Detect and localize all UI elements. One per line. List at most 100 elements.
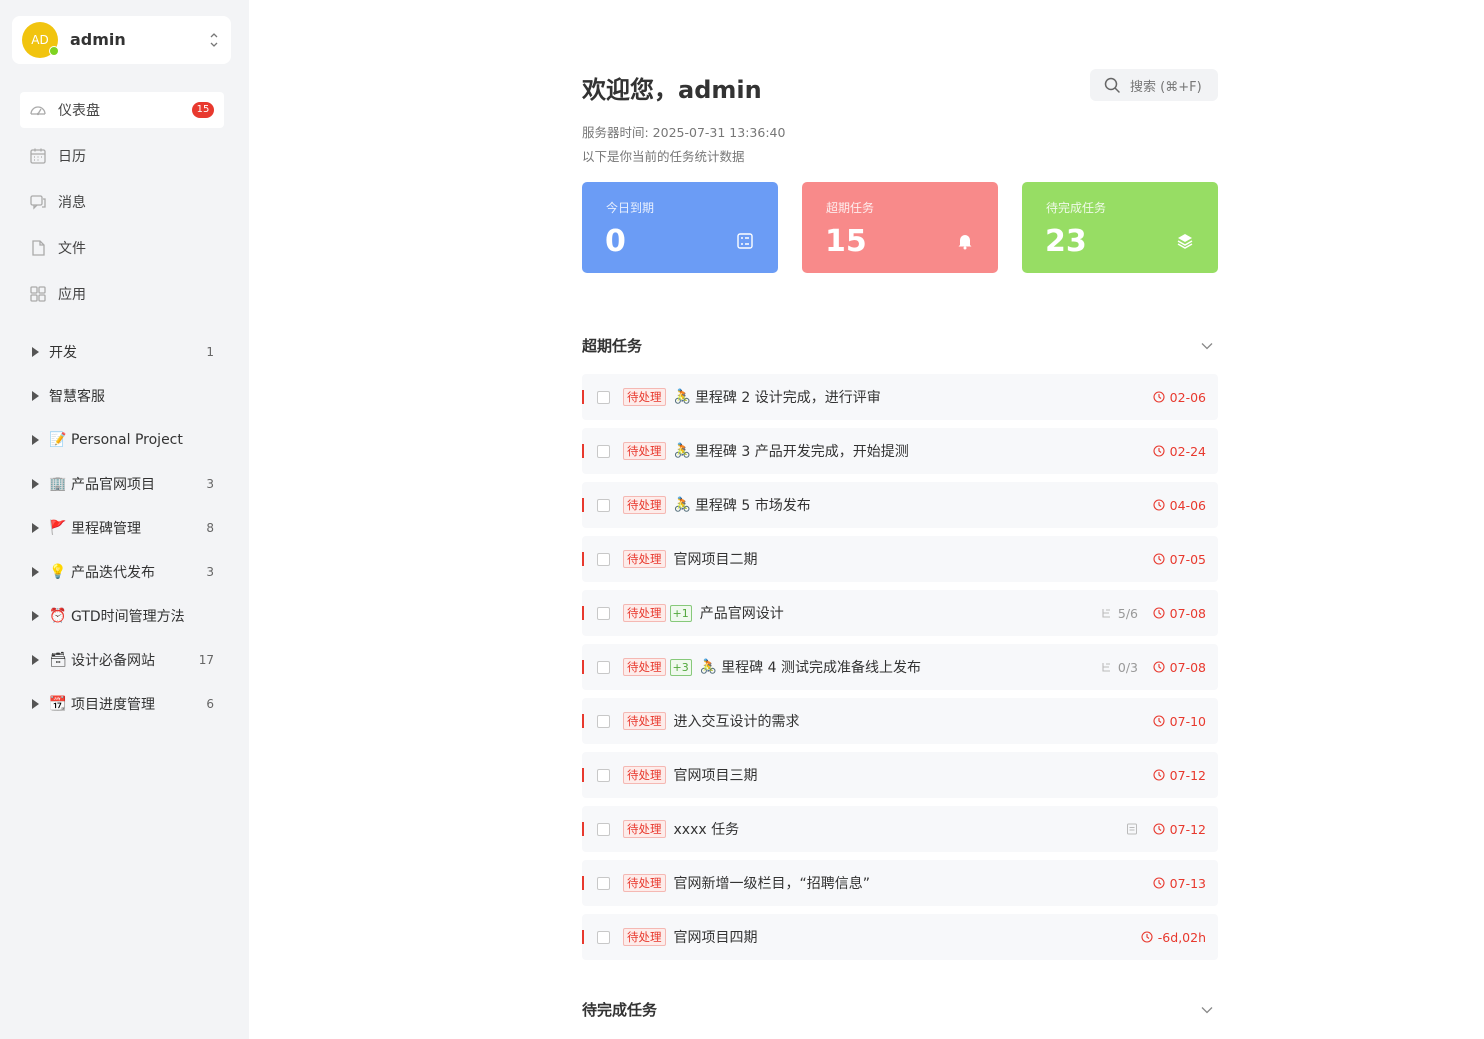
project-list: 开发 1 智慧客服 📝 Personal Project 🏢 产品官网项目 3 🚩 里程碑管理 8 💡… bbox=[20, 330, 224, 726]
project-item[interactable]: 💡 产品迭代发布 3 bbox=[20, 550, 224, 594]
task-status-tag: 待处理 bbox=[623, 658, 666, 676]
clock-icon bbox=[1153, 391, 1165, 403]
expand-arrow-icon[interactable] bbox=[32, 611, 39, 621]
online-status-dot bbox=[49, 46, 59, 56]
due-date-text: 07-12 bbox=[1169, 821, 1206, 837]
task-row[interactable]: 待处理 xxxx 任务 07-12 bbox=[582, 806, 1218, 852]
expand-arrow-icon[interactable] bbox=[32, 567, 39, 577]
stat-value: 0 bbox=[605, 224, 626, 259]
task-row[interactable]: 待处理 官网新增一级栏目，“招聘信息” 07-13 bbox=[582, 860, 1218, 906]
stat-card-1[interactable]: 超期任务 15 bbox=[802, 182, 998, 273]
project-emoji-icon: 📝 bbox=[49, 432, 67, 448]
task-row[interactable]: 待处理 +3 🚴 里程碑 4 测试完成准备线上发布 0/3 07-08 bbox=[582, 644, 1218, 690]
nav-item-3[interactable]: 文件 bbox=[20, 230, 224, 266]
expand-arrow-icon[interactable] bbox=[32, 523, 39, 533]
overdue-section-title: 超期任务 bbox=[582, 337, 643, 355]
project-task-count: 3 bbox=[206, 565, 214, 579]
stat-label: 超期任务 bbox=[826, 201, 875, 215]
stat-card-0[interactable]: 今日到期 0 bbox=[582, 182, 778, 273]
project-item[interactable]: ⏰ GTD时间管理方法 bbox=[20, 594, 224, 638]
task-row[interactable]: 待处理 🚴 里程碑 3 产品开发完成，开始提测 02-24 bbox=[582, 428, 1218, 474]
project-emoji-icon: ⏰ bbox=[49, 608, 67, 624]
task-row[interactable]: 待处理 官网项目二期 07-05 bbox=[582, 536, 1218, 582]
expand-arrow-icon[interactable] bbox=[32, 699, 39, 709]
chevron-down-icon bbox=[1201, 1007, 1213, 1014]
task-due-date: -6d,02h bbox=[1141, 930, 1206, 945]
project-item[interactable]: 智慧客服 bbox=[20, 374, 224, 418]
project-emoji-icon: 🏢 bbox=[49, 476, 67, 492]
overdue-indicator bbox=[582, 552, 584, 566]
task-title: 官网项目二期 bbox=[673, 552, 758, 568]
project-emoji-icon: 🗃 bbox=[49, 652, 67, 668]
user-switcher[interactable]: AD admin bbox=[12, 16, 231, 64]
expand-arrow-icon[interactable] bbox=[32, 655, 39, 665]
nav-item-0[interactable]: 仪表盘 15 bbox=[20, 92, 224, 128]
project-item[interactable]: 🚩 里程碑管理 8 bbox=[20, 506, 224, 550]
nav-item-2[interactable]: 消息 bbox=[20, 184, 224, 220]
task-row[interactable]: 待处理 🚴 里程碑 5 市场发布 04-06 bbox=[582, 482, 1218, 528]
project-item[interactable]: 开发 1 bbox=[20, 330, 224, 374]
clock-icon bbox=[1153, 823, 1165, 835]
overdue-indicator bbox=[582, 714, 584, 728]
stat-label: 待完成任务 bbox=[1046, 201, 1107, 215]
task-due-date: 04-06 bbox=[1153, 498, 1206, 513]
overdue-indicator bbox=[582, 660, 584, 674]
task-checkbox[interactable] bbox=[597, 660, 610, 674]
nav-item-label: 仪表盘 bbox=[58, 103, 100, 119]
task-checkbox[interactable] bbox=[597, 552, 610, 566]
subtask-progress-text: 5/6 bbox=[1117, 605, 1138, 621]
task-checkbox[interactable] bbox=[597, 444, 610, 458]
nav-item-4[interactable]: 应用 bbox=[20, 276, 224, 312]
due-date-text: 07-13 bbox=[1169, 875, 1206, 891]
search-icon bbox=[1104, 77, 1120, 93]
project-item[interactable]: 📆 项目进度管理 6 bbox=[20, 682, 224, 726]
pending-section-header[interactable]: 待完成任务 bbox=[582, 999, 1218, 1023]
overdue-indicator bbox=[582, 768, 584, 782]
task-row[interactable]: 待处理 +1 产品官网设计 5/6 07-08 bbox=[582, 590, 1218, 636]
search-button[interactable]: 搜索 (⌘+F) bbox=[1090, 69, 1218, 101]
clock-icon bbox=[1153, 445, 1165, 457]
task-checkbox[interactable] bbox=[597, 498, 610, 512]
task-checkbox[interactable] bbox=[597, 390, 610, 404]
task-row[interactable]: 待处理 官网项目四期 -6d,02h bbox=[582, 914, 1218, 960]
user-name: admin bbox=[70, 30, 126, 49]
project-item[interactable]: 🗃 设计必备网站 17 bbox=[20, 638, 224, 682]
task-checkbox[interactable] bbox=[597, 822, 610, 836]
clock-icon bbox=[1153, 499, 1165, 511]
task-status-tag: 待处理 bbox=[623, 874, 666, 892]
task-row[interactable]: 待处理 进入交互设计的需求 07-10 bbox=[582, 698, 1218, 744]
overdue-section-header[interactable]: 超期任务 bbox=[582, 335, 1218, 359]
expand-arrow-icon[interactable] bbox=[32, 435, 39, 445]
task-checkbox[interactable] bbox=[597, 768, 610, 782]
document-icon bbox=[1127, 823, 1137, 835]
due-date-text: 07-08 bbox=[1169, 659, 1206, 675]
stat-value: 23 bbox=[1045, 224, 1087, 259]
file-icon bbox=[32, 240, 45, 256]
project-emoji-icon: 📆 bbox=[49, 696, 67, 712]
clock-icon bbox=[1153, 607, 1165, 619]
task-checkbox[interactable] bbox=[597, 930, 610, 944]
expand-arrow-icon[interactable] bbox=[32, 479, 39, 489]
task-row[interactable]: 待处理 官网项目三期 07-12 bbox=[582, 752, 1218, 798]
task-checkbox[interactable] bbox=[597, 876, 610, 890]
project-emoji-icon: 🚩 bbox=[49, 520, 67, 536]
overdue-indicator bbox=[582, 876, 584, 890]
nav-item-1[interactable]: 日历 bbox=[20, 138, 224, 174]
project-task-count: 3 bbox=[206, 477, 214, 491]
task-title: xxxx 任务 bbox=[673, 822, 740, 838]
pending-section-title: 待完成任务 bbox=[582, 1001, 658, 1019]
due-date-text: 07-05 bbox=[1169, 551, 1206, 567]
task-due-date: 02-06 bbox=[1153, 390, 1206, 405]
expand-arrow-icon[interactable] bbox=[32, 391, 39, 401]
expand-arrow-icon[interactable] bbox=[32, 347, 39, 357]
project-item[interactable]: 📝 Personal Project bbox=[20, 418, 224, 462]
stat-value: 15 bbox=[825, 224, 867, 259]
task-checkbox[interactable] bbox=[597, 714, 610, 728]
subtask-progress-text: 0/3 bbox=[1117, 659, 1138, 675]
avatar: AD bbox=[22, 22, 59, 58]
stat-card-2[interactable]: 待完成任务 23 bbox=[1022, 182, 1218, 273]
overdue-indicator bbox=[582, 444, 584, 458]
project-item[interactable]: 🏢 产品官网项目 3 bbox=[20, 462, 224, 506]
task-checkbox[interactable] bbox=[597, 606, 610, 620]
task-row[interactable]: 待处理 🚴 里程碑 2 设计完成，进行评审 02-06 bbox=[582, 374, 1218, 420]
